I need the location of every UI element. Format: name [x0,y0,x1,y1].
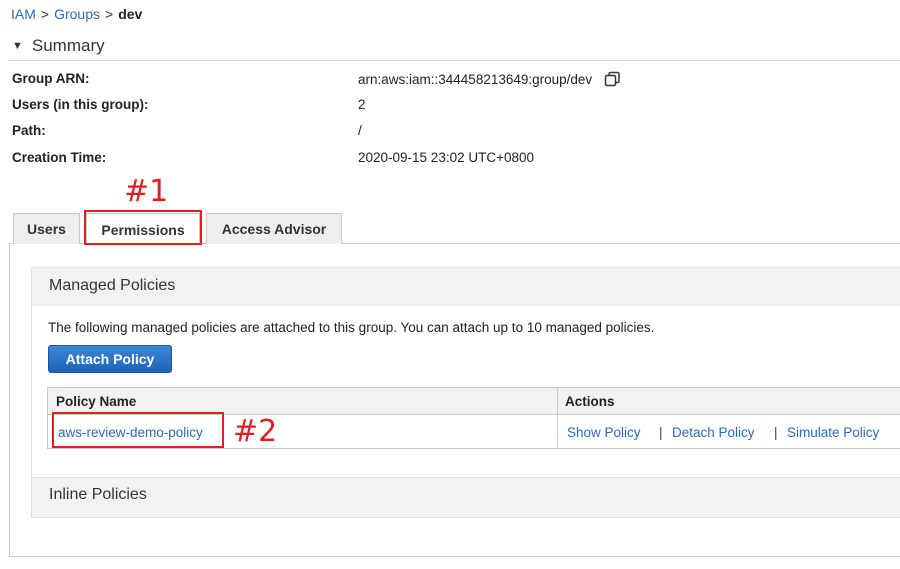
copy-icon[interactable] [604,71,622,90]
path-label: Path: [12,123,46,138]
policy-name-link[interactable]: aws-review-demo-policy [58,425,203,440]
tab-users[interactable]: Users [13,213,80,244]
inline-policies-header[interactable]: Inline Policies [31,477,900,518]
annotation-marker-1: #1 [124,174,169,209]
detach-policy-link[interactable]: Detach Policy [672,425,755,440]
column-header-actions: Actions [565,394,615,409]
attach-policy-button[interactable]: Attach Policy [48,345,172,373]
users-count-value: 2 [358,97,366,112]
action-separator: | [774,425,778,440]
summary-toggle[interactable]: ▼ Summary [12,36,105,56]
simulate-policy-link[interactable]: Simulate Policy [787,425,879,440]
managed-policies-header[interactable]: Managed Policies [31,267,900,307]
summary-row-path: Path: [12,123,46,138]
group-arn-label: Group ARN: [12,71,90,86]
summary-divider [8,60,900,61]
path-value: / [358,123,362,138]
breadcrumb-current: dev [118,6,143,22]
column-divider [557,388,558,448]
breadcrumb-groups-link[interactable]: Groups [54,6,100,22]
caret-down-icon: ▼ [12,40,23,52]
creation-time-label: Creation Time: [12,150,107,165]
creation-time-value: 2020-09-15 23:02 UTC+0800 [358,150,535,165]
column-header-policy-name[interactable]: Policy Name [56,394,136,409]
show-policy-link[interactable]: Show Policy [567,425,641,440]
summary-row-users: Users (in this group): [12,97,149,112]
summary-row-group-arn: Group ARN: [12,71,90,86]
users-count-label: Users (in this group): [12,97,149,112]
action-separator: | [659,425,663,440]
group-arn-value: arn:aws:iam::344458213649:group/dev [358,72,593,88]
table-header-row: Policy Name Actions [48,388,900,415]
tab-permissions[interactable]: Permissions [86,213,200,245]
group-arn-value-wrap: arn:aws:iam::344458213649:group/dev [358,71,622,90]
policy-table: Policy Name Actions aws-review-demo-poli… [47,387,900,449]
breadcrumb-iam-link[interactable]: IAM [11,6,36,22]
managed-policies-title: Managed Policies [49,277,176,294]
managed-policies-description: The following managed policies are attac… [48,320,655,335]
breadcrumb-separator: > [40,6,50,22]
breadcrumb: IAM > Groups > dev [11,6,142,22]
tab-access-advisor[interactable]: Access Advisor [206,213,342,244]
breadcrumb-separator: > [105,6,114,22]
summary-row-creation-time: Creation Time: [12,150,106,165]
summary-title: Summary [31,36,105,55]
inline-policies-title: Inline Policies [49,486,147,503]
annotation-marker-2: #2 [233,414,278,449]
